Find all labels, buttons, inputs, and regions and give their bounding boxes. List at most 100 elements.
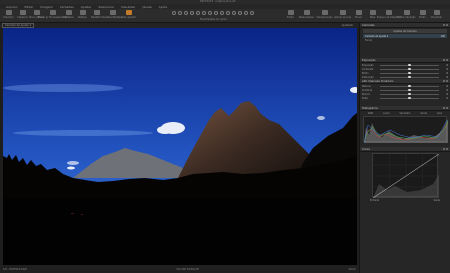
slider-track[interactable]	[380, 75, 439, 78]
slider-handle[interactable]	[408, 84, 411, 87]
layer-name: Fundo	[365, 38, 372, 42]
layers-header[interactable]: Camadas	[360, 23, 450, 28]
viewer-button[interactable]: Exibir	[417, 10, 428, 19]
tab-green[interactable]: Verde	[420, 112, 427, 115]
view-button[interactable]: Exibir	[285, 10, 296, 19]
histogram-tabs: RGB Luma Vermelho Verde Azul	[363, 111, 447, 115]
slider-value[interactable]: 0	[441, 64, 448, 67]
keystone-tool-icon[interactable]	[196, 11, 200, 15]
slider-value[interactable]: 0	[441, 68, 448, 71]
history-icon	[109, 10, 116, 15]
menu-layers[interactable]: Camadas	[60, 5, 74, 9]
curve-input-label: Entrada	[370, 198, 380, 202]
slider-value[interactable]: 0	[441, 97, 448, 100]
annotate-tool-icon[interactable]	[250, 11, 254, 15]
slider-handle[interactable]	[408, 96, 411, 99]
eraser-tool-icon[interactable]	[208, 11, 212, 15]
clone-tool-icon[interactable]	[232, 11, 236, 15]
menu-edit[interactable]: Editar	[24, 5, 33, 9]
menu-file[interactable]: Arquivo	[6, 5, 17, 9]
import-icon	[5, 10, 12, 15]
select-tool-icon[interactable]	[178, 11, 182, 15]
move-to-process-button[interactable]: Mover p/ Processamento	[38, 10, 67, 19]
edit-variant-button[interactable]: Editar Variação	[397, 10, 416, 19]
camera-icon	[19, 10, 26, 15]
tab-red[interactable]: Vermelho	[399, 112, 410, 115]
rotate-tool-icon[interactable]	[190, 11, 194, 15]
import-button[interactable]: Importar	[3, 10, 14, 19]
slider-label: Exposição	[362, 63, 374, 67]
apply-proof-button[interactable]: Aplicar provas	[334, 10, 351, 19]
status-exif: ISO 200 1/250s f/8	[176, 267, 199, 271]
curve-values: Entrada Saída	[370, 198, 440, 202]
tab-luma[interactable]: Luma	[383, 112, 389, 115]
overlay-button[interactable]: Sobreposição	[316, 10, 333, 19]
slider-handle[interactable]	[408, 67, 411, 70]
workspace-button[interactable]: Espaço de trabalho	[377, 10, 400, 19]
slider-handle[interactable]	[408, 71, 411, 74]
menu-view[interactable]: Visualizar	[121, 5, 135, 9]
capture-button[interactable]: Capturar	[17, 10, 28, 19]
brush-tool-icon[interactable]	[202, 11, 206, 15]
slider-track[interactable]	[380, 67, 439, 70]
slider-handle[interactable]	[408, 75, 411, 78]
slider-value[interactable]: 0	[441, 93, 448, 96]
heal-tool-icon[interactable]	[226, 11, 230, 15]
slider-handle[interactable]	[408, 92, 411, 95]
wb-tool-icon[interactable]	[244, 11, 248, 15]
help-icon	[442, 24, 445, 26]
exposure-warning-button[interactable]: Realce/Aviso	[299, 10, 314, 19]
slider-track[interactable]	[380, 84, 439, 87]
tab-blue[interactable]: Azul	[437, 112, 442, 115]
slider-handle[interactable]	[408, 63, 411, 66]
slider-handle[interactable]	[408, 88, 411, 91]
status-bar: 1/6 - DSCF0123.RAF ISO 200 1/250s f/8 14…	[0, 265, 359, 273]
reset-button[interactable]: Redefinir	[91, 10, 102, 19]
menu-select[interactable]: Selecionar	[98, 5, 114, 9]
slider-track[interactable]	[380, 63, 439, 66]
menu-adjust[interactable]: Ajustar	[81, 5, 92, 9]
histogram	[363, 116, 449, 144]
undo-button[interactable]: Desfazer	[63, 10, 74, 19]
auto-adjust-button[interactable]: Auto ajustar	[121, 10, 136, 19]
layer-opacity: 100	[440, 34, 445, 38]
slider-track[interactable]	[380, 92, 439, 95]
image-viewer[interactable]	[3, 28, 357, 265]
slider-value[interactable]: 0	[441, 85, 448, 88]
slider-value[interactable]: 0	[441, 72, 448, 75]
curve-header[interactable]: Curva	[360, 147, 450, 152]
auto-adjust-icon	[125, 10, 132, 15]
picker-tool-icon[interactable]	[238, 11, 242, 15]
crop-tool-icon[interactable]	[184, 11, 188, 15]
history-button[interactable]: Desfazer/Refazer	[102, 10, 123, 19]
preview-button[interactable]: Visualizar	[431, 10, 442, 19]
mode-selector[interactable]: Ajustado	[342, 24, 353, 27]
slider-track[interactable]	[380, 71, 439, 74]
exposure-warning-icon	[303, 10, 310, 15]
proof-icon	[339, 10, 346, 15]
slider-value[interactable]: 0	[441, 76, 448, 79]
slider-track[interactable]	[380, 88, 439, 91]
histogram-graph	[363, 119, 449, 144]
tab-rgb[interactable]: RGB	[368, 112, 373, 115]
help-icon	[442, 80, 445, 82]
slider-label: Branco	[362, 92, 371, 96]
pan-tool-icon[interactable]	[172, 11, 176, 15]
layers-style-bar[interactable]: Ajustes de Camada	[363, 29, 447, 33]
redo-button[interactable]: Refazer	[77, 10, 88, 19]
slider-value[interactable]: 0	[441, 89, 448, 92]
proof-mode-button[interactable]: Prova	[353, 10, 364, 19]
menu-help[interactable]: Ajuda	[159, 5, 168, 9]
radial-tool-icon[interactable]	[220, 11, 224, 15]
menu-image[interactable]: Imagem	[40, 5, 52, 9]
curve-editor[interactable]	[372, 153, 440, 199]
slider-label: Sombras	[362, 88, 373, 92]
undo-icon	[65, 10, 72, 15]
menu-window[interactable]: Janela	[142, 5, 151, 9]
viewer-icon	[419, 10, 426, 15]
slider-track[interactable]	[380, 96, 439, 99]
layer-name: Camada de Ajuste 1	[365, 34, 389, 38]
options-icon	[446, 107, 448, 109]
gradient-tool-icon[interactable]	[214, 11, 218, 15]
workspace-icon	[385, 10, 392, 15]
